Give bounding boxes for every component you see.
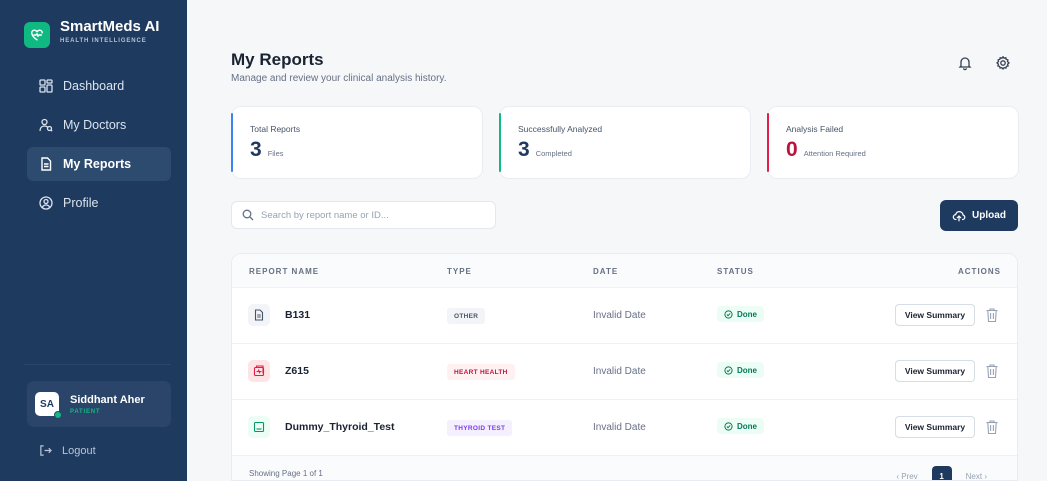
trash-icon[interactable] bbox=[985, 419, 999, 435]
search-icon bbox=[242, 209, 254, 221]
table-footer: Showing Page 1 of 1 ‹ Prev 1 Next › bbox=[232, 456, 1017, 481]
sidebar-item-label: My Reports bbox=[63, 157, 132, 171]
search-box bbox=[231, 201, 496, 229]
sidebar-item-my-doctors[interactable]: My Doctors bbox=[27, 108, 171, 142]
stat-label: Analysis Failed bbox=[786, 124, 844, 134]
check-circle-icon bbox=[724, 421, 733, 431]
bell-icon[interactable] bbox=[957, 55, 973, 71]
sidebar-item-label: Profile bbox=[63, 196, 99, 210]
sidebar-item-profile[interactable]: Profile bbox=[27, 186, 171, 220]
cloud-upload-icon bbox=[952, 210, 966, 221]
check-circle-icon bbox=[724, 309, 733, 319]
check-circle-icon bbox=[724, 365, 733, 375]
logout-label: Logout bbox=[62, 444, 96, 457]
table-row[interactable]: Dummy_Thyroid_Test THYROID TEST Invalid … bbox=[232, 400, 1017, 456]
avatar: SA bbox=[35, 392, 62, 419]
status-label: Done bbox=[737, 365, 757, 375]
main-content: My Reports Manage and review your clinic… bbox=[187, 0, 1047, 481]
sidebar: SmartMeds AI HEALTH INTELLIGENCE Dashboa… bbox=[0, 0, 187, 481]
report-name: Dummy_Thyroid_Test bbox=[285, 421, 395, 433]
report-date: Invalid Date bbox=[593, 366, 646, 377]
upload-label: Upload bbox=[972, 210, 1006, 221]
view-summary-button[interactable]: View Summary bbox=[895, 304, 975, 326]
file-icon bbox=[41, 157, 52, 171]
view-summary-button[interactable]: View Summary bbox=[895, 416, 975, 438]
status-badge: Done bbox=[717, 362, 764, 378]
page-title: My Reports bbox=[231, 50, 324, 69]
status-label: Done bbox=[737, 309, 757, 319]
page-subtitle: Manage and review your clinical analysis… bbox=[231, 73, 447, 84]
status-badge: Done bbox=[717, 418, 764, 434]
page-number-button[interactable]: 1 bbox=[931, 466, 952, 480]
user-name: Siddhant Aher bbox=[70, 393, 145, 406]
dashboard-icon bbox=[39, 79, 53, 93]
stat-unit: Attention Required bbox=[803, 149, 866, 158]
sidebar-item-dashboard[interactable]: Dashboard bbox=[27, 69, 171, 103]
stat-value: 0 bbox=[786, 138, 798, 161]
trash-icon[interactable] bbox=[985, 363, 999, 379]
trash-icon[interactable] bbox=[985, 307, 999, 323]
search-input[interactable] bbox=[261, 209, 491, 221]
stat-card-successfully-analyzed: Successfully Analyzed 3 Completed bbox=[499, 106, 751, 179]
type-badge: OTHER bbox=[447, 308, 486, 324]
stat-label: Total Reports bbox=[250, 124, 301, 134]
report-name: B131 bbox=[285, 309, 311, 321]
type-badge: HEART HEALTH bbox=[447, 364, 515, 380]
online-status-dot bbox=[54, 411, 62, 419]
header-actions bbox=[935, 55, 1011, 71]
stat-card-analysis-failed: Analysis Failed 0 Attention Required bbox=[767, 106, 1019, 179]
doctor-icon bbox=[39, 118, 53, 132]
status-badge: Done bbox=[717, 306, 764, 322]
sidebar-item-label: Dashboard bbox=[63, 79, 125, 93]
pagination: ‹ Prev 1 Next › bbox=[896, 466, 987, 481]
stat-label: Successfully Analyzed bbox=[518, 124, 603, 134]
profile-icon bbox=[39, 196, 53, 210]
image-file-icon bbox=[248, 416, 270, 438]
sidebar-divider bbox=[24, 364, 171, 365]
stat-unit: Files bbox=[267, 149, 284, 158]
heart-file-icon bbox=[248, 360, 270, 382]
brand-tagline: HEALTH INTELLIGENCE bbox=[60, 38, 147, 44]
prev-page-button[interactable]: ‹ Prev bbox=[896, 472, 917, 481]
stat-unit: Completed bbox=[535, 149, 572, 158]
settings-icon[interactable] bbox=[995, 55, 1011, 71]
status-label: Done bbox=[737, 421, 757, 431]
sidebar-item-label: My Doctors bbox=[63, 118, 127, 132]
sidebar-item-my-reports[interactable]: My Reports bbox=[27, 147, 171, 181]
table-header: REPORT NAME TYPE DATE STATUS ACTIONS bbox=[232, 254, 1017, 288]
page-info: Showing Page 1 of 1 bbox=[249, 469, 323, 478]
column-header-date: DATE bbox=[593, 267, 619, 276]
stat-value: 3 bbox=[250, 138, 262, 161]
report-name: Z615 bbox=[285, 365, 309, 377]
reports-table: REPORT NAME TYPE DATE STATUS ACTIONS B13… bbox=[231, 253, 1018, 481]
report-date: Invalid Date bbox=[593, 310, 646, 321]
logout-icon bbox=[40, 445, 52, 456]
column-header-status: STATUS bbox=[717, 267, 754, 276]
sidebar-nav: Dashboard My Doctors My Reports Profile bbox=[27, 69, 171, 225]
column-header-actions: ACTIONS bbox=[958, 267, 1001, 276]
file-icon bbox=[248, 304, 270, 326]
avatar-initials: SA bbox=[40, 398, 54, 410]
brand-name: SmartMeds AI bbox=[60, 18, 160, 35]
next-page-button[interactable]: Next › bbox=[966, 472, 987, 481]
stat-card-total-reports: Total Reports 3 Files bbox=[231, 106, 483, 179]
report-date: Invalid Date bbox=[593, 422, 646, 433]
type-badge: THYROID TEST bbox=[447, 420, 513, 436]
logout-button[interactable]: Logout bbox=[39, 444, 96, 457]
user-role: PATIENT bbox=[70, 408, 101, 415]
user-card[interactable]: SA Siddhant Aher PATIENT bbox=[27, 381, 171, 427]
brand-logo-icon bbox=[24, 22, 50, 48]
view-summary-button[interactable]: View Summary bbox=[895, 360, 975, 382]
stat-value: 3 bbox=[518, 138, 530, 161]
upload-button[interactable]: Upload bbox=[940, 200, 1018, 231]
brand: SmartMeds AI HEALTH INTELLIGENCE bbox=[24, 18, 159, 48]
app-window: SmartMeds AI HEALTH INTELLIGENCE Dashboa… bbox=[0, 0, 1047, 481]
column-header-type: TYPE bbox=[447, 267, 472, 276]
table-row[interactable]: B131 OTHER Invalid Date Done View Summar… bbox=[232, 288, 1017, 344]
column-header-report-name: REPORT NAME bbox=[249, 267, 320, 276]
table-row[interactable]: Z615 HEART HEALTH Invalid Date Done View… bbox=[232, 344, 1017, 400]
